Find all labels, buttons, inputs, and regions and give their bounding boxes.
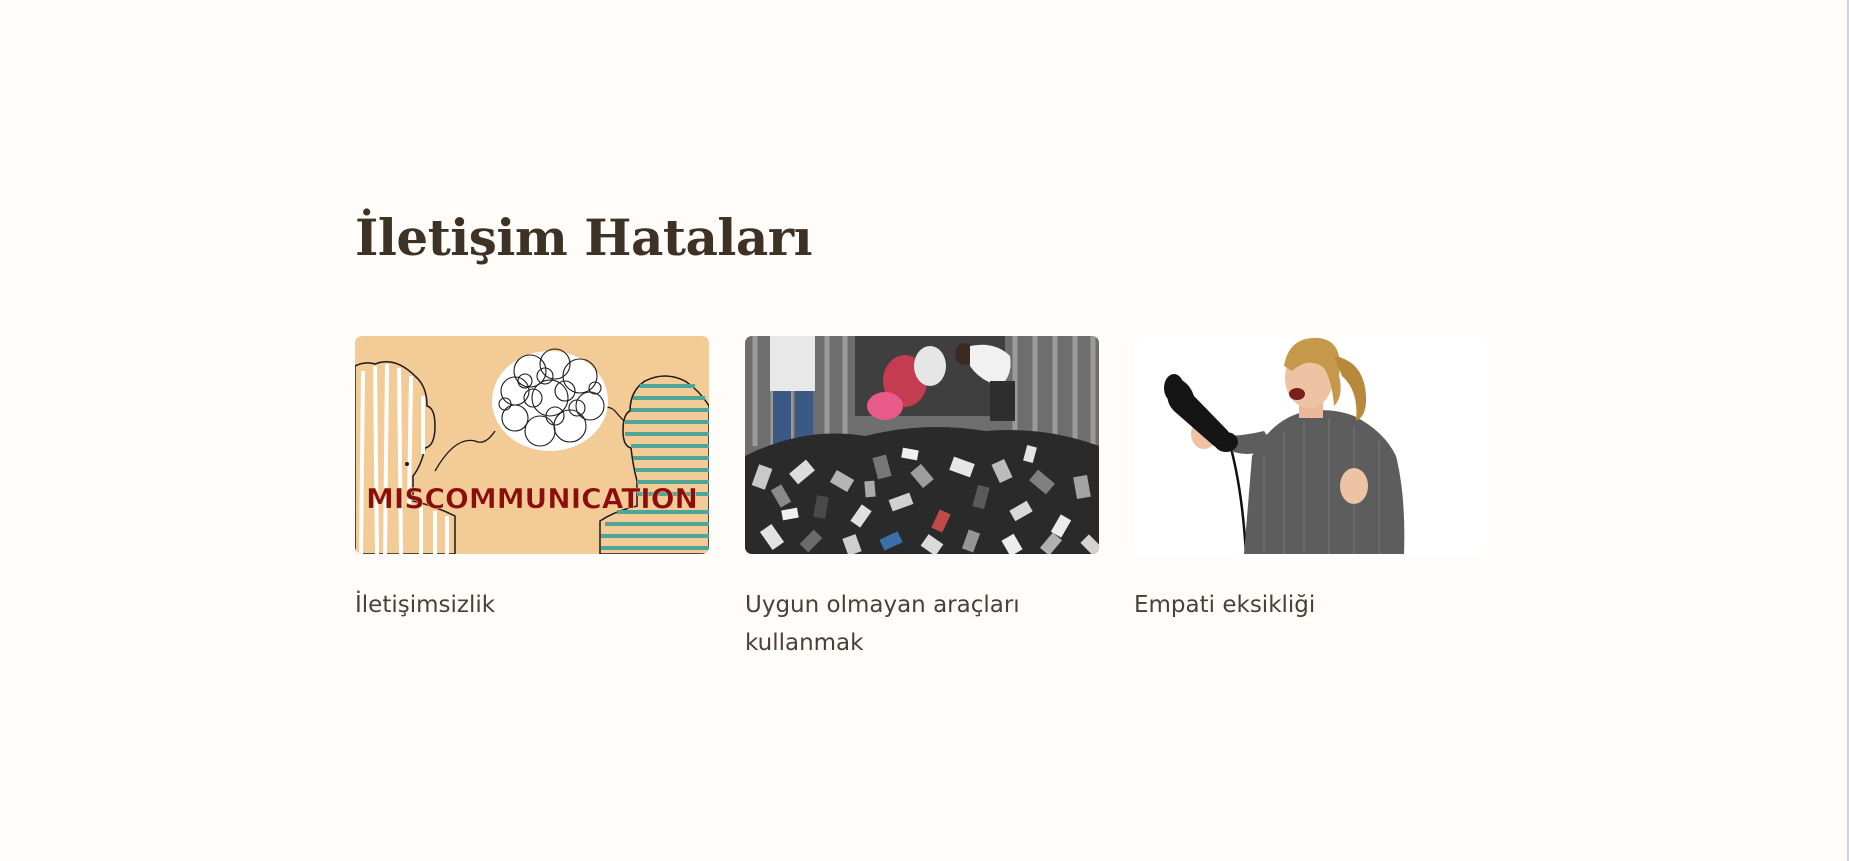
- section-title: İletişim Hataları: [355, 208, 813, 267]
- card-caption: Empati eksikliği: [1134, 592, 1316, 618]
- miscommunication-text: MISCOMMUNICATION: [366, 482, 698, 515]
- card-lack-of-empathy[interactable]: Empati eksikliği: [1134, 336, 1488, 624]
- card-miscommunication[interactable]: MISCOMMUNICATION İletişimsizlik: [355, 336, 709, 624]
- shouting-woman-image: [1134, 336, 1488, 554]
- card-caption: Uygun olmayan araçları kullanmak: [745, 592, 1020, 656]
- phones-pile-image: [745, 336, 1099, 554]
- card-caption: İletişimsizlik: [355, 592, 496, 618]
- card-inappropriate-tools[interactable]: Uygun olmayan araçları kullanmak: [745, 336, 1099, 662]
- communication-errors-section: İletişim Hataları MISCOMMUNICATION İleti…: [355, 208, 1495, 656]
- miscommunication-image: MISCOMMUNICATION: [355, 336, 709, 554]
